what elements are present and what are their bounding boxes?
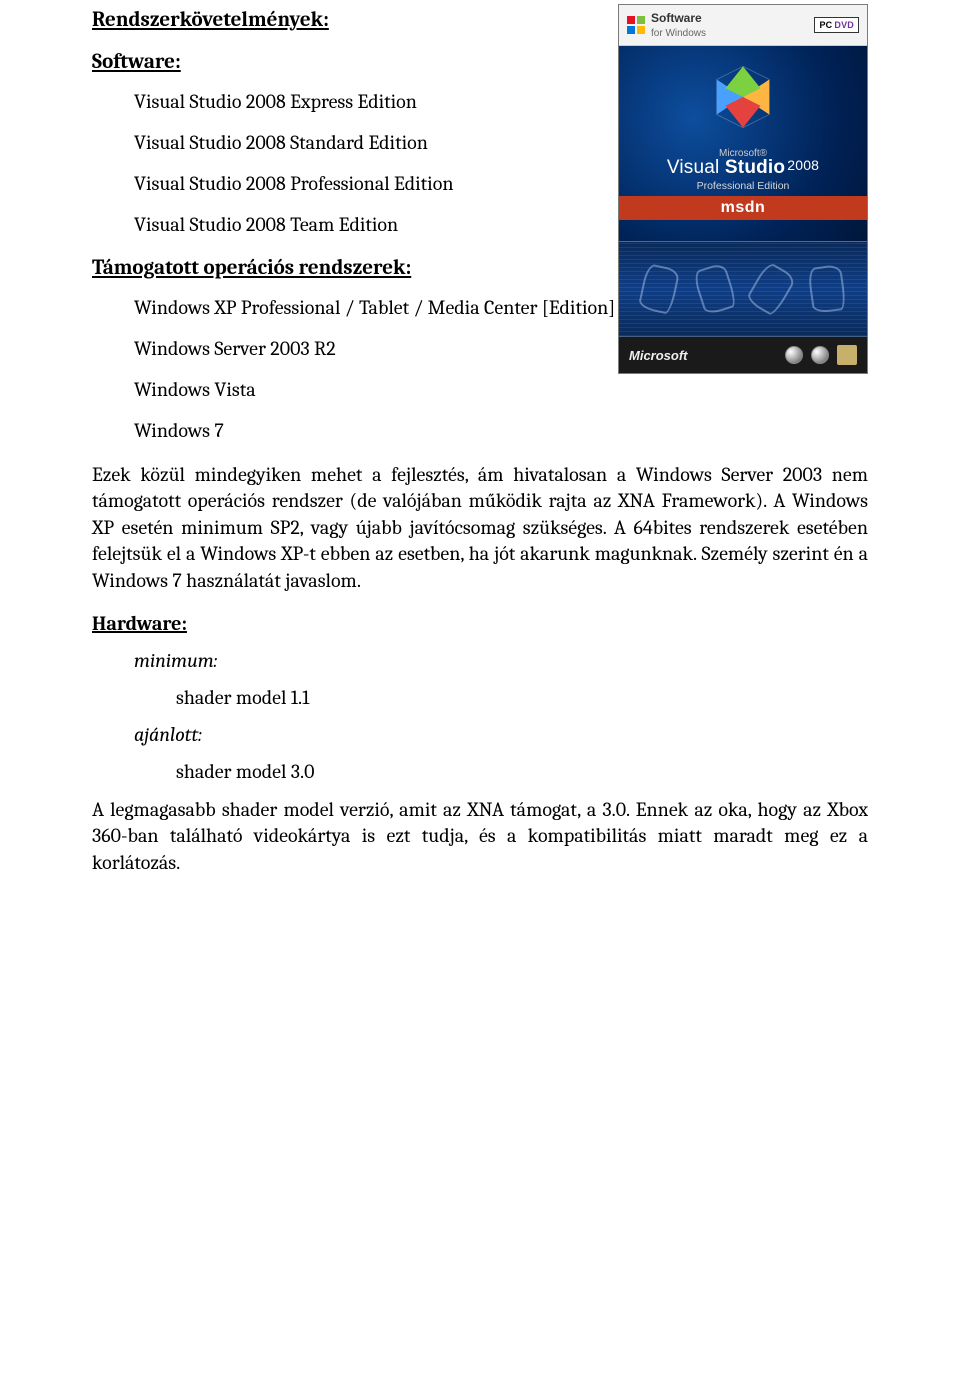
- boxart-name-bold: Studio: [725, 157, 785, 178]
- hardware-minimum-label: minimum:: [134, 649, 868, 672]
- hardware-recommended-value: shader model 3.0: [176, 760, 868, 783]
- hardware-recommended-label: ajánlott:: [134, 723, 868, 746]
- boxart-footer-icons: [785, 345, 857, 365]
- os-paragraph: Ezek közül mindegyiken mehet a fejleszté…: [92, 462, 868, 594]
- boxart-main: Microsoft® Visual Studio2008 Professiona…: [619, 46, 867, 373]
- visual-studio-icon: [698, 62, 788, 132]
- boxart-name-prefix: Visual: [667, 157, 720, 178]
- boxart-sub: for Windows: [651, 28, 706, 39]
- msdn-band: msdn: [619, 196, 867, 220]
- boxart-footer-brand: Microsoft: [629, 348, 688, 363]
- boxart-footer: Microsoft: [619, 337, 867, 373]
- list-item: Windows Vista: [134, 378, 868, 401]
- list-item: Windows 7: [134, 419, 868, 442]
- shader-paragraph: A legmagasabb shader model verzió, amit …: [92, 797, 868, 876]
- heading-hardware: Hardware:: [92, 612, 868, 635]
- boxart-edition-line: Professional Edition msdn: [619, 180, 867, 220]
- boxart-year: 2008: [787, 157, 819, 173]
- certification-emblem-icon: [837, 345, 857, 365]
- rating-dot-icon: [811, 346, 829, 364]
- hardware-minimum-value: shader model 1.1: [176, 686, 868, 709]
- boxart-brand: Software: [651, 11, 702, 25]
- boxart-title-block: Microsoft® Visual Studio2008 Professiona…: [619, 148, 867, 220]
- boxart-screens-strip: [619, 241, 867, 337]
- rating-dot-icon: [785, 346, 803, 364]
- boxart-topbar: Software for Windows PCDVD: [619, 5, 867, 46]
- software-box-art: Software for Windows PCDVD Microsoft® Vi…: [618, 4, 868, 374]
- windows-flag-icon: [627, 16, 645, 34]
- boxart-topbar-left: Software for Windows: [627, 11, 706, 39]
- boxart-product-name: Visual Studio2008: [619, 157, 867, 179]
- pc-dvd-badge: PCDVD: [814, 17, 859, 33]
- boxart-software-label: Software for Windows: [651, 11, 706, 39]
